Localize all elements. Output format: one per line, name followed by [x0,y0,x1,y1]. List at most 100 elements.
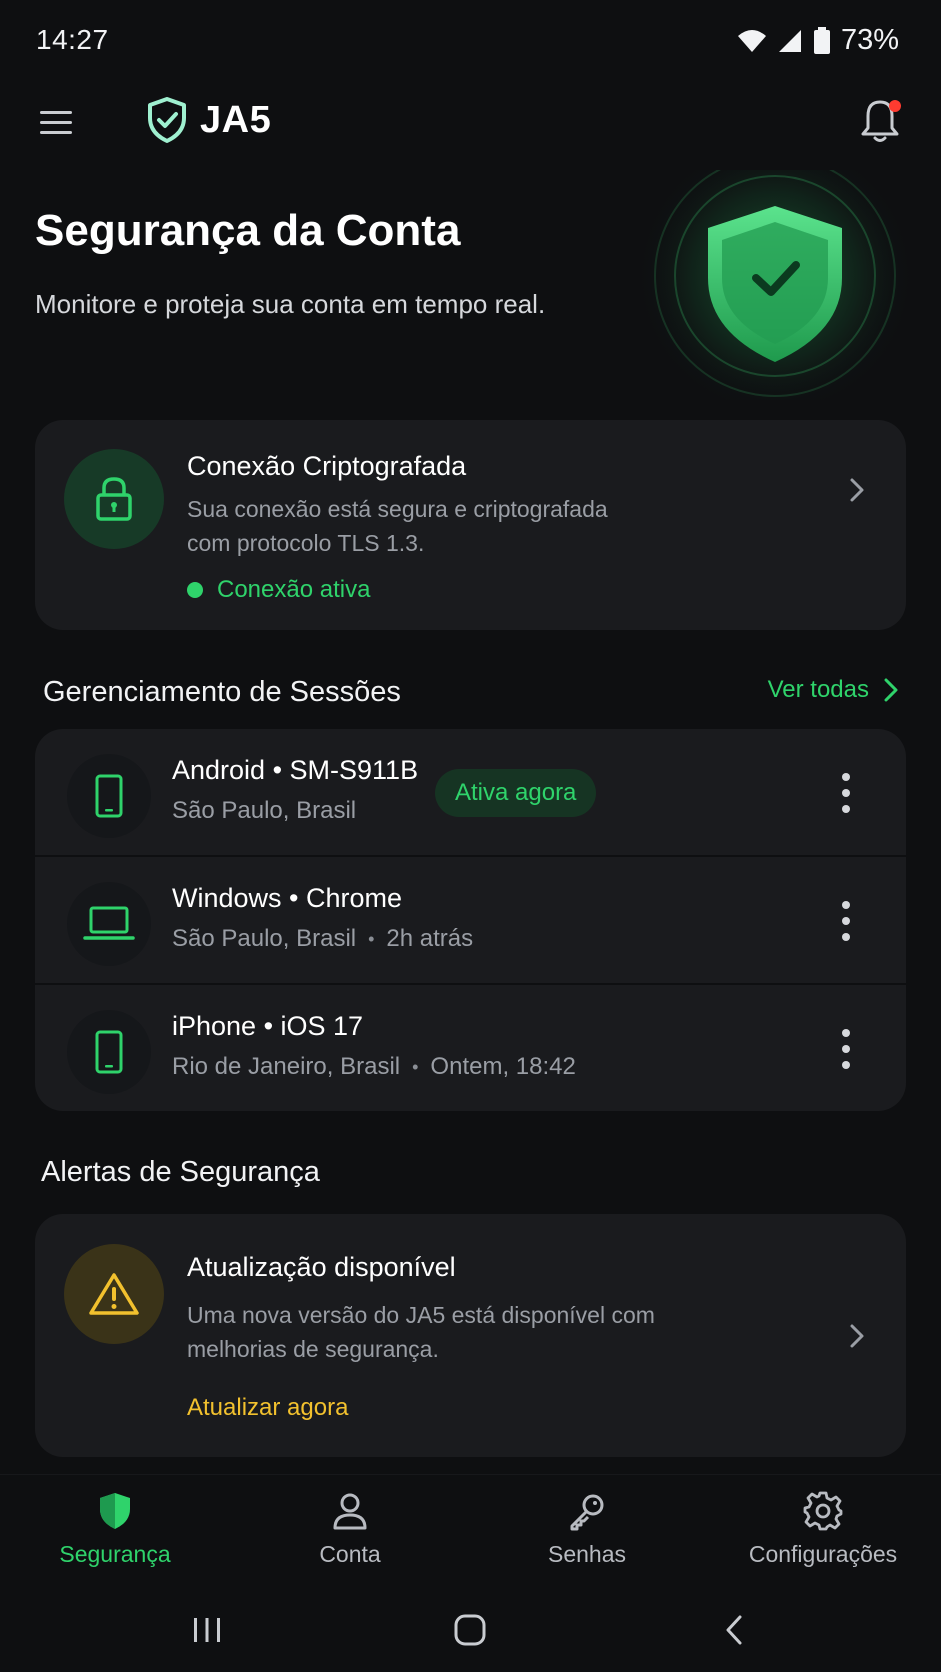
page-subtitle: Monitore e proteja sua conta em tempo re… [35,289,546,319]
alert-card[interactable]: Atualização disponível Uma nova versão d… [35,1214,906,1457]
user-icon [333,1493,367,1530]
session-time: 2h atrás [386,925,474,952]
device-icon-container [67,882,151,966]
device-icon-container [67,1010,151,1094]
connection-status-label: Conexão ativa [217,576,371,603]
dot [842,1061,850,1069]
connection-description: Sua conexão está segura e criptografada … [187,496,608,556]
dot [842,1045,850,1053]
dot [842,901,850,909]
dot [842,917,850,925]
system-navigation-bar [0,1584,941,1672]
dot [842,773,850,781]
status-dot [187,582,203,598]
session-location: São Paulo, Brasil [172,925,357,952]
session-meta: São Paulo, Brasil [172,797,356,825]
wifi-icon [737,29,766,52]
sessions-section-title: Gerenciamento de Sessões [43,676,401,708]
see-all-sessions-link[interactable]: Ver todas [768,676,901,704]
status-icons: 73% [737,24,899,57]
recent-apps-icon [194,1618,220,1642]
nav-icon [565,1489,609,1533]
notification-badge [889,100,901,112]
session-location: Rio de Janeiro, Brasil [172,1053,401,1080]
session-time: Ontem, 18:42 [430,1053,576,1080]
session-name: Windows • Chrome [172,883,403,913]
laptop-icon [83,906,135,940]
recent-apps-button[interactable] [177,1608,237,1652]
session-location: São Paulo, Brasil [172,797,357,824]
nav-item-security[interactable]: Segurança [15,1489,215,1579]
session-row-iphone[interactable]: iPhone • iOS 17 Rio de Janeiro, Brasil •… [35,985,906,1111]
smartphone-icon [95,1030,123,1074]
nav-label: Configurações [748,1541,898,1567]
device-icon-container [67,754,151,838]
brand-name: JA5 [200,98,272,141]
brand: JA5 [146,96,271,144]
connection-icon-container [64,449,164,549]
active-badge-label: Ativa agora [455,779,577,806]
nav-item-settings[interactable]: Configurações [723,1489,923,1579]
connection-title: Conexão Criptografada [187,451,467,481]
shield-icon [100,1493,130,1529]
dot [842,789,850,797]
nav-icon [801,1489,845,1533]
session-name: iPhone • iOS 17 [172,1011,364,1041]
nav-label: Segurança [59,1541,171,1567]
app-bar: JA5 [0,86,941,158]
active-session-badge: Ativa agora [435,769,597,817]
security-shield-illustration [635,170,915,400]
chevron-right-icon[interactable] [843,1322,871,1350]
chevron-right-icon[interactable] [843,476,871,504]
notifications-button[interactable] [857,96,903,146]
meta-separator: • [368,928,375,949]
smartphone-icon [95,774,123,818]
session-row-windows[interactable]: Windows • Chrome São Paulo, Brasil • 2h … [35,857,906,984]
key-icon [570,1494,604,1531]
session-row-android[interactable]: Android • SM-S911B São Paulo, Brasil Ati… [35,729,906,856]
security-screen: 14:27 73% JA5 Segurança da Conta Monitor… [0,0,941,1672]
alert-description: Uma nova versão do JA5 está disponível c… [187,1302,655,1362]
see-all-label: Ver todas [767,676,869,703]
status-time: 14:27 [36,24,109,55]
nav-icon [93,1489,137,1533]
hamburger-icon [40,111,72,134]
session-name: Android • SM-S911B [172,755,419,785]
session-meta: São Paulo, Brasil • 2h atrás [172,925,473,953]
connection-card[interactable]: Conexão Criptografada Sua conexão está s… [35,420,906,630]
alert-title: Atualização disponível [187,1252,456,1282]
battery-percent: 73% [840,24,899,56]
warning-icon [89,1273,139,1315]
session-options-button[interactable] [836,767,856,819]
back-button[interactable] [704,1608,764,1652]
menu-button[interactable] [36,102,80,142]
status-bar: 14:27 73% [0,0,941,82]
back-icon [726,1615,742,1645]
dot [842,805,850,813]
gear-icon [803,1491,843,1531]
session-options-button[interactable] [836,1023,856,1075]
session-options-button[interactable] [836,895,856,947]
connection-status: Conexão ativa [187,576,370,604]
chevron-right-icon [884,678,898,702]
page-title: Segurança da Conta [35,206,461,255]
sessions-list: Android • SM-S911B São Paulo, Brasil Ati… [35,729,906,1111]
dot [842,1029,850,1037]
battery-icon [813,26,830,54]
home-button[interactable] [440,1608,500,1652]
nav-item-account[interactable]: Conta [250,1489,450,1579]
home-icon [454,1614,486,1646]
bottom-navigation: Segurança Conta Senhas Configurações [0,1474,941,1584]
dot [842,933,850,941]
alert-icon-container [64,1244,164,1344]
signal-icon [778,29,801,52]
session-meta: Rio de Janeiro, Brasil • Ontem, 18:42 [172,1053,576,1081]
nav-icon [328,1489,372,1533]
alerts-section-title: Alertas de Segurança [41,1156,320,1188]
update-now-link[interactable]: Atualizar agora [187,1394,348,1422]
meta-separator: • [412,1056,419,1077]
nav-item-passwords[interactable]: Senhas [487,1489,687,1579]
lock-icon [96,477,132,521]
shield-logo-icon [148,97,186,143]
nav-label: Conta [319,1541,381,1567]
